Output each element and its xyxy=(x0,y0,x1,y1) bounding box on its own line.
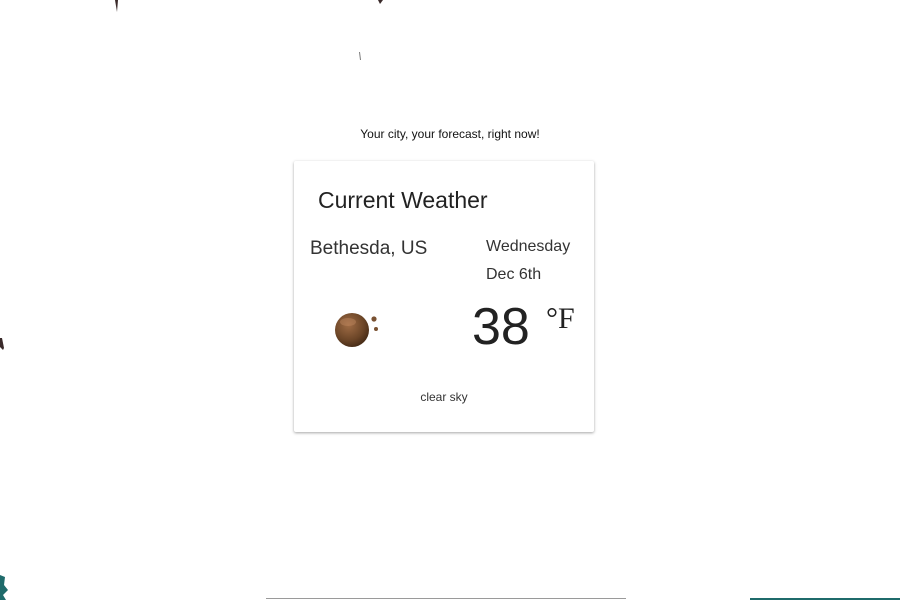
temperature-value: 38 xyxy=(472,298,530,356)
background-fragment xyxy=(359,52,361,60)
clear-night-moon-icon xyxy=(335,313,378,347)
weather-description: clear sky xyxy=(420,390,468,404)
weather-card: Current Weather Bethesda, US Wednesday D… xyxy=(294,161,594,432)
tagline: Your city, your forecast, right now! xyxy=(360,127,540,141)
background-fragment xyxy=(378,0,383,4)
card-title: Current Weather xyxy=(318,187,488,213)
day-label: Wednesday xyxy=(486,238,571,255)
location-label: Bethesda, US xyxy=(310,238,428,259)
temperature-unit: °F xyxy=(546,302,575,335)
page: Your city, your forecast, right now! Cur… xyxy=(0,0,900,600)
background-fragment xyxy=(115,0,118,12)
date-label: Dec 6th xyxy=(486,266,542,283)
background-fragment xyxy=(0,338,4,350)
background-fragment xyxy=(0,575,8,600)
